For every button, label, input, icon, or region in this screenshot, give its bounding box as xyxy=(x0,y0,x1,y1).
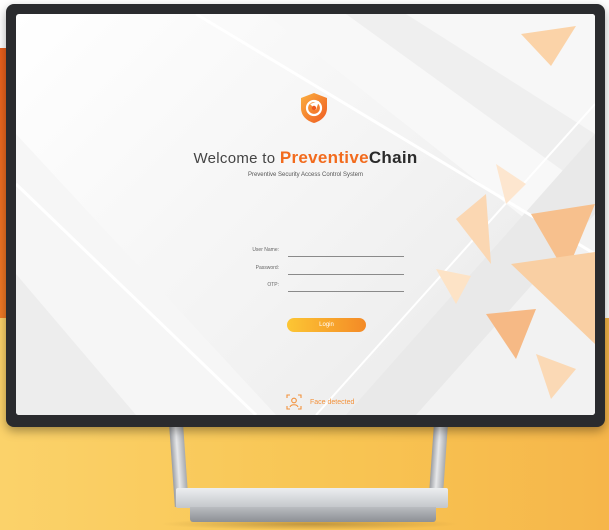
password-field[interactable] xyxy=(288,266,404,275)
username-field[interactable] xyxy=(288,248,404,257)
page-title: Welcome to PreventiveChain xyxy=(16,148,595,168)
stand-foot xyxy=(190,507,436,522)
face-detection-status: Face detected xyxy=(286,394,354,410)
username-label: User Name: xyxy=(252,247,279,253)
login-button[interactable]: Login xyxy=(287,318,366,332)
monitor-frame: Welcome to PreventiveChain Preventive Se… xyxy=(6,4,605,427)
otp-field[interactable] xyxy=(288,283,404,292)
shield-logo-icon xyxy=(301,93,327,123)
face-status-text: Face detected xyxy=(310,398,355,406)
decorative-background xyxy=(16,14,595,415)
brand-name-part1: Preventive xyxy=(279,148,369,167)
page-subtitle: Preventive Security Access Control Syste… xyxy=(247,172,364,178)
welcome-prefix: Welcome to xyxy=(193,150,280,167)
stand-base xyxy=(176,488,448,508)
login-screen: Welcome to PreventiveChain Preventive Se… xyxy=(16,14,595,415)
password-label: Password: xyxy=(255,265,279,271)
face-scan-icon xyxy=(286,394,302,410)
otp-label: OTP: xyxy=(267,282,279,288)
brand-name-part2: Chain xyxy=(368,148,418,167)
